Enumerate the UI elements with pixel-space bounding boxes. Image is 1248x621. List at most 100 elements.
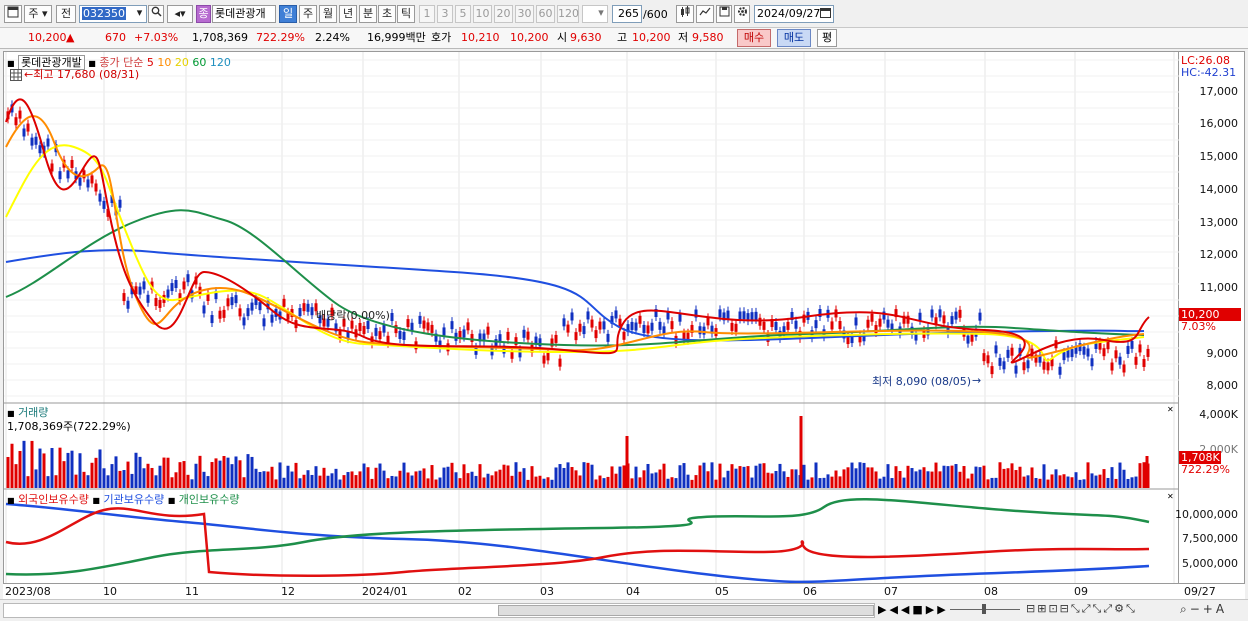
period-minute-button[interactable]: 분	[359, 5, 377, 23]
minute-3-button[interactable]: 3	[437, 5, 453, 23]
stop-icon[interactable]: ■	[912, 603, 925, 616]
eval-button[interactable]: 평	[817, 29, 837, 47]
candle-body	[998, 357, 1002, 366]
draw-tool-icon[interactable]: ⤢	[1103, 602, 1114, 615]
code-dropdown-icon[interactable]: ▾	[132, 5, 147, 23]
zoom-controls[interactable]: ⌕−+A	[1180, 602, 1227, 617]
chart-area[interactable]: ■ 롯데관광개발 ■ 종가 단순 5 10 20 60 120 ←최고 17,6…	[3, 51, 1180, 599]
period-year-button[interactable]: 년	[339, 5, 357, 23]
period-month-button[interactable]: 월	[319, 5, 337, 23]
draw-tool-icon[interactable]: ⤢	[1082, 602, 1093, 615]
volume-bar	[554, 467, 558, 488]
market-select[interactable]: 주 ▾	[24, 5, 52, 23]
font-size-icon[interactable]: A	[1216, 602, 1227, 616]
minute-1-button[interactable]: 1	[419, 5, 435, 23]
volume-bar	[282, 477, 286, 488]
volume-bar	[278, 462, 282, 488]
draw-tool-icon[interactable]: ⤡	[1071, 602, 1082, 615]
candle-body	[154, 298, 158, 307]
ma60-line	[5, 209, 1145, 347]
minute-60-button[interactable]: 60	[536, 5, 555, 23]
horizontal-scrollbar[interactable]	[3, 603, 875, 618]
volume-bar	[70, 450, 74, 488]
draw-tool-icon[interactable]: ⤡	[1093, 602, 1104, 615]
period-day-button[interactable]: 일	[279, 5, 297, 23]
candle-body	[122, 293, 126, 302]
price-axis: LC:26.08 HC:-42.31 17,000 16,000 15,000 …	[1175, 51, 1245, 599]
play-controls[interactable]: ▶◀◀■▶▶	[878, 603, 949, 616]
pane-close-icon[interactable]: ✕	[1167, 405, 1174, 414]
pane-toggle-icon[interactable]: ■	[7, 59, 15, 68]
volume-bar	[226, 457, 230, 488]
speaker-icon[interactable]: ◂▾	[167, 5, 193, 23]
count-input[interactable]: 265	[612, 5, 642, 23]
candle-body	[242, 317, 246, 326]
volume-bar	[890, 478, 894, 488]
search-icon[interactable]	[148, 5, 164, 23]
speed-slider[interactable]	[950, 604, 1020, 614]
volume-bar	[610, 466, 614, 488]
volume-bar	[386, 478, 390, 488]
volume-bar	[406, 472, 410, 488]
right-arrow-icon: →	[972, 374, 982, 387]
buy-button[interactable]: 매수	[737, 29, 771, 47]
y-tick: 12,000	[1199, 248, 1239, 261]
volume-bar	[810, 477, 814, 488]
volume-bar	[1130, 477, 1134, 488]
volume-bar	[390, 475, 394, 488]
prev-button[interactable]: 전	[56, 5, 76, 23]
grid-icon[interactable]	[10, 69, 22, 84]
minute-120-button[interactable]: 120	[557, 5, 579, 23]
volume-bar	[982, 465, 986, 488]
candle-body	[1082, 346, 1086, 355]
volume-bar	[262, 471, 266, 488]
pane-toggle-icon[interactable]: ■	[7, 409, 15, 418]
zoom-icon[interactable]: ⌕	[1180, 602, 1190, 616]
slider-handle[interactable]	[982, 604, 986, 614]
pane-toggle-icon[interactable]: ■	[7, 496, 15, 505]
settings-icon[interactable]: ⚙	[1114, 602, 1126, 615]
minute-5-button[interactable]: 5	[455, 5, 471, 23]
save-icon[interactable]	[716, 5, 732, 23]
period-second-button[interactable]: 초	[378, 5, 396, 23]
minute-30-button[interactable]: 30	[515, 5, 534, 23]
volume-bar	[478, 464, 482, 488]
minute-10-button[interactable]: 10	[473, 5, 492, 23]
forward-icon[interactable]: ▶▶	[926, 603, 949, 616]
pane-toggle-icon[interactable]: ■	[92, 496, 100, 505]
calendar-icon[interactable]	[820, 7, 831, 21]
period-week-button[interactable]: 주	[299, 5, 317, 23]
rewind-icon[interactable]: ◀◀	[889, 603, 912, 616]
candle-body	[590, 319, 594, 328]
volume-bar	[130, 473, 134, 488]
pane-toggle-icon[interactable]: ■	[168, 496, 176, 505]
chevron-down-icon[interactable]: ▾	[594, 5, 608, 23]
candle-body	[582, 326, 586, 335]
stock-badge: 종	[196, 5, 211, 23]
volume-bar	[378, 463, 382, 488]
pane-close-icon[interactable]: ✕	[1167, 492, 1174, 501]
period-tick-button[interactable]: 틱	[397, 5, 415, 23]
candle-body	[410, 322, 414, 331]
volume-bar	[1018, 466, 1022, 488]
trend-tool-icon[interactable]	[696, 5, 714, 23]
plus-icon[interactable]: +	[1203, 602, 1216, 616]
volume-bar	[642, 470, 646, 488]
gear-icon[interactable]	[734, 5, 750, 23]
volume-bar	[750, 477, 754, 488]
volume-bar	[354, 475, 358, 488]
sell-button[interactable]: 매도	[777, 29, 811, 47]
tool-icons[interactable]: ⊟⊞⊡⊟⤡⤢⤡⤢⚙⤡	[1026, 602, 1137, 616]
minute-20-button[interactable]: 20	[494, 5, 513, 23]
volume-bar	[678, 465, 682, 488]
window-icon[interactable]	[4, 5, 22, 23]
layout-icon[interactable]: ⊡	[1048, 602, 1059, 615]
play-icon[interactable]: ▶	[878, 603, 889, 616]
layout-icon[interactable]: ⊟	[1026, 602, 1037, 615]
draw-tool-icon[interactable]: ⤡	[1126, 602, 1137, 615]
layout-icon[interactable]: ⊟	[1060, 602, 1071, 615]
scroll-thumb[interactable]	[498, 605, 874, 616]
minus-icon[interactable]: −	[1190, 602, 1203, 616]
layout-icon[interactable]: ⊞	[1037, 602, 1048, 615]
candle-icon[interactable]	[676, 5, 694, 23]
